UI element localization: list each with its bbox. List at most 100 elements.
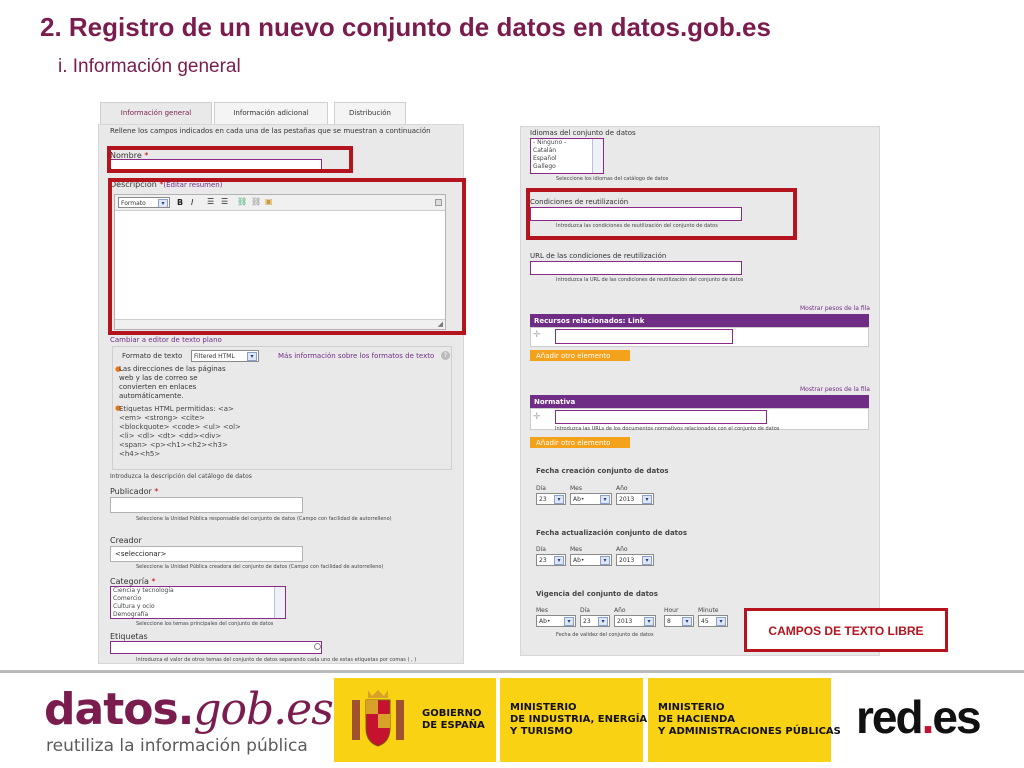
idiomas-listbox[interactable]: - Ninguno - Catalán Español Gallego	[530, 138, 604, 174]
form-intro: Rellene los campos indicados en cada una…	[110, 127, 431, 135]
logo-tagline: reutiliza la información pública	[46, 736, 308, 756]
chevron-down-icon: ▾	[600, 495, 610, 504]
fecha-creacion-label: Fecha creación conjunto de datos	[536, 467, 669, 475]
chevron-down-icon: ▾	[600, 556, 610, 565]
gobierno-espana-logo: GOBIERNO DE ESPAÑA	[334, 678, 496, 762]
ministerio-industria-text: MINISTERIO DE INDUSTRIA, ENERGÍA Y TURIS…	[510, 702, 648, 737]
listbox-scrollbar[interactable]	[274, 587, 285, 618]
url-label: URL de las condiciones de reutilización	[530, 252, 667, 260]
vigencia-hora-select[interactable]: 8 ▾	[664, 615, 694, 627]
recursos-input[interactable]	[555, 329, 733, 344]
categoria-hint: Seleccione los temas principales del con…	[136, 621, 274, 627]
chevron-down-icon: ▾	[554, 495, 564, 504]
red-es-logo: red.es	[856, 691, 982, 743]
list-item[interactable]: Comercio	[111, 595, 285, 603]
idiomas-hint: Seleccione los idiomas del catálogo de d…	[556, 176, 669, 182]
mes-label: Mes	[570, 485, 582, 492]
creador-input[interactable]: <seleccionar>	[110, 546, 303, 562]
recursos-header: Recursos relacionados: Link	[530, 314, 869, 327]
publicador-input[interactable]	[110, 497, 303, 513]
actualizacion-ano-select[interactable]: 2013 ▾	[616, 554, 654, 566]
ano-label: Año	[614, 607, 626, 614]
vigencia-label: Vigencia del conjunto de datos	[536, 590, 658, 598]
nombre-highlight	[107, 146, 353, 173]
creacion-ano-select[interactable]: 2013 ▾	[616, 493, 654, 505]
chevron-down-icon: ▾	[716, 617, 726, 626]
formato-texto-label: Formato de texto	[122, 352, 183, 360]
drag-handle-icon[interactable]: ✛	[533, 330, 541, 340]
mostrar-pesos-link[interactable]: Mostrar pesos de la fila	[800, 386, 870, 393]
actualizacion-dia-select[interactable]: 23 ▾	[536, 554, 566, 566]
slide-title: 2. Registro de un nuevo conjunto de dato…	[40, 12, 771, 42]
descripcion-hint: Introduzca la descripción del catálogo d…	[110, 473, 252, 480]
fecha-actualizacion-label: Fecha actualización conjunto de datos	[536, 529, 687, 537]
creador-hint: Seleccione la Unidad Pública creadora de…	[136, 564, 384, 570]
dia-label: Día	[536, 485, 546, 492]
chevron-down-icon: ▾	[564, 617, 574, 626]
etiquetas-hint: Introduzca el valor de otros temas del c…	[136, 657, 417, 663]
chevron-down-icon: ▾	[642, 495, 652, 504]
descripcion-highlight	[108, 178, 466, 335]
gobierno-text: GOBIERNO DE ESPAÑA	[422, 708, 485, 731]
ministerio-industria-logo: MINISTERIO DE INDUSTRIA, ENERGÍA Y TURIS…	[500, 678, 647, 762]
chevron-down-icon: ▾	[554, 556, 564, 565]
tab-distribucion[interactable]: Distribución	[334, 102, 406, 124]
ano-label: Año	[616, 485, 628, 492]
url-hint: Introduzca la URL de las condiciones de …	[556, 277, 744, 283]
tab-informacion-general[interactable]: Información general	[100, 102, 212, 124]
mostrar-pesos-link[interactable]: Mostrar pesos de la fila	[800, 305, 870, 312]
formato-texto-select[interactable]: Filtered HTML ▾	[191, 350, 259, 362]
ministerio-hacienda-text: MINISTERIO DE HACIENDA Y ADMINISTRACIONE…	[658, 702, 841, 737]
vigencia-hint: Fecha de validez del conjunto de datos	[556, 632, 654, 638]
idiomas-label: Idiomas del conjunto de datos	[530, 129, 636, 137]
publicador-hint: Seleccione la Unidad Pública responsable…	[136, 516, 392, 522]
dia-label: Día	[536, 546, 546, 553]
actualizacion-mes-select[interactable]: Ab• ▾	[570, 554, 612, 566]
cambiar-editor-link[interactable]: Cambiar a editor de texto plano	[110, 336, 222, 344]
footer-divider	[0, 670, 1024, 673]
anadir-recurso-button[interactable]: Añadir otro elemento	[530, 350, 630, 361]
ministerio-hacienda-logo: MINISTERIO DE HACIENDA Y ADMINISTRACIONE…	[648, 678, 841, 762]
tab-informacion-adicional[interactable]: Información adicional	[214, 102, 328, 124]
list-item[interactable]: Cultura y ocio	[111, 603, 285, 611]
normativa-header: Normativa	[530, 395, 869, 408]
normativa-input[interactable]	[555, 410, 767, 424]
vigencia-dia-select[interactable]: 23 ▾	[580, 615, 610, 627]
mes-label: Mes	[570, 546, 582, 553]
slide-subtitle: i. Información general	[58, 56, 241, 77]
condiciones-highlight	[526, 188, 797, 240]
creador-label: Creador	[110, 536, 142, 545]
mas-info-link[interactable]: Más información sobre los formatos de te…	[278, 352, 434, 360]
creacion-dia-select[interactable]: 23 ▾	[536, 493, 566, 505]
chevron-down-icon: ▾	[642, 556, 652, 565]
datos-gob-es-logo: datos.gob.es	[44, 684, 334, 735]
chevron-down-icon: ▾	[682, 617, 692, 626]
vigencia-mes-select[interactable]: Ab• ▾	[536, 615, 576, 627]
list-item[interactable]: Ciencia y tecnología	[111, 587, 285, 595]
listbox-scrollbar[interactable]	[592, 139, 603, 173]
anadir-normativa-button[interactable]: Añadir otro elemento	[530, 437, 630, 448]
drag-handle-icon[interactable]: ✛	[533, 412, 541, 422]
mes-label: Mes	[536, 607, 548, 614]
vigencia-ano-select[interactable]: 2013 ▾	[614, 615, 656, 627]
help-text-2: Etiquetas HTML permitidas: <a> <em> <str…	[119, 405, 241, 458]
publicador-label: Publicador *	[110, 487, 159, 496]
autocomplete-icon	[314, 643, 321, 650]
vigencia-minuto-select[interactable]: 45 ▾	[698, 615, 728, 627]
chevron-down-icon: ▾	[247, 352, 257, 361]
chevron-down-icon: ▾	[644, 617, 654, 626]
etiquetas-input[interactable]	[110, 641, 322, 654]
normativa-hint: Introduzca las URLs de los documentos no…	[555, 426, 780, 432]
campos-texto-libre-callout: CAMPOS DE TEXTO LIBRE	[744, 608, 948, 652]
url-input[interactable]	[530, 261, 742, 275]
list-item[interactable]: Demografía	[111, 611, 285, 618]
ano-label: Año	[616, 546, 628, 553]
minuto-label: Minute	[698, 607, 719, 614]
help-text-1: Las direcciones de las páginas web y las…	[119, 365, 226, 400]
hora-label: Hour	[664, 607, 679, 614]
categoria-listbox[interactable]: Ciencia y tecnología Comercio Cultura y …	[110, 586, 286, 619]
chevron-down-icon: ▾	[598, 617, 608, 626]
categoria-label: Categoría *	[110, 577, 156, 586]
help-icon[interactable]: ?	[441, 351, 450, 360]
creacion-mes-select[interactable]: Ab• ▾	[570, 493, 612, 505]
